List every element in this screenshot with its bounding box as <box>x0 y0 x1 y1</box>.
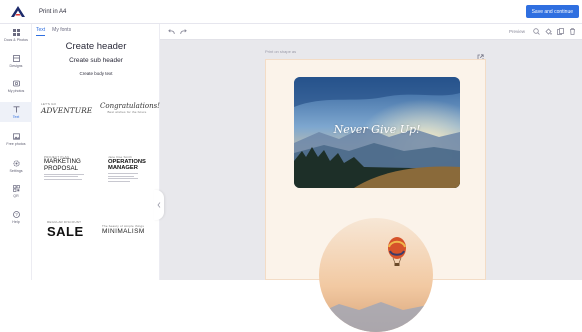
delete-icon[interactable] <box>569 28 576 35</box>
text-icon <box>12 105 21 114</box>
create-sub-header-option[interactable]: Create sub header <box>32 57 160 64</box>
create-header-option[interactable]: Create header <box>32 41 160 52</box>
settings-icon <box>12 159 21 168</box>
photo-caption[interactable]: Never Give Up! <box>294 123 460 136</box>
rail-item-designs[interactable]: Designs <box>0 54 32 68</box>
template-big-text: SALE <box>47 224 84 239</box>
placeholder-lines <box>44 173 89 180</box>
image-icon <box>12 132 21 141</box>
rail-item-label: My photos <box>7 89 25 93</box>
document-title: Print in A4 <box>39 8 67 15</box>
rail-item-free-photos[interactable]: Free photos <box>0 132 32 146</box>
chevron-left-icon <box>157 202 161 208</box>
rail-item-label: QR <box>13 194 19 198</box>
create-body-text-option[interactable]: Create body text <box>32 71 160 76</box>
undo-icon[interactable] <box>168 28 175 35</box>
zoom-out-icon[interactable] <box>533 28 540 35</box>
page-label: Print on shape as <box>265 49 297 54</box>
template-big-text: MANAGER <box>108 165 138 172</box>
app-logo-icon[interactable] <box>9 5 27 19</box>
rail-item-label: Docs & Photos <box>4 38 28 42</box>
text-panel: Text My fonts Create header Create sub h… <box>32 24 160 280</box>
rail-item-label: Settings <box>9 169 23 173</box>
template-big-text: ADVENTURE <box>41 106 93 115</box>
canvas-toolbar: Preview <box>160 24 582 40</box>
preview-button[interactable]: Preview <box>509 29 525 34</box>
rail-item-qr[interactable]: QR <box>0 184 32 198</box>
qr-icon <box>12 184 21 193</box>
top-bar: Print in A4 Save and continue <box>0 0 582 24</box>
text-template-minimalism[interactable]: The beauty of simple things MINIMALISM <box>102 224 154 235</box>
photos-icon <box>12 79 21 88</box>
text-template-congratulations[interactable]: Congratulations! Best wishes for the fut… <box>100 102 160 114</box>
panel-tabs: Text My fonts <box>36 27 71 36</box>
canvas-area: Preview Print on shape as Never Give Up! <box>160 24 582 332</box>
help-icon: ? <box>12 210 21 219</box>
print-page[interactable]: Never Give Up! <box>265 59 486 332</box>
template-big-text: Congratulations! <box>100 102 160 110</box>
save-and-continue-button[interactable]: Save and continue <box>525 5 579 18</box>
placeholder-lines <box>108 173 148 182</box>
template-big-text: MINIMALISM <box>102 228 145 235</box>
template-small-text: Best wishes for the future <box>107 110 147 114</box>
rail-item-label: Free photos <box>6 142 26 146</box>
designs-icon <box>12 54 21 63</box>
rail-item-my-photos[interactable]: My photos <box>0 79 32 93</box>
text-template-marketing-proposal[interactable]: PROJECT PLAN MARKETING PROPOSAL <box>44 155 89 180</box>
rail-item-help[interactable]: ? Help <box>0 210 32 224</box>
rail-item-text[interactable]: Text <box>0 102 32 122</box>
grid-icon <box>12 28 21 37</box>
text-template-sale[interactable]: REGULAR DISCOUNT SALE <box>47 220 87 239</box>
rail-item-label: Text <box>12 115 20 119</box>
rail-item-label: Designs <box>9 64 23 68</box>
rail-item-label: Help <box>12 220 20 224</box>
svg-text:?: ? <box>15 212 18 217</box>
tab-my-fonts[interactable]: My fonts <box>52 27 71 36</box>
left-nav-rail: Docs & Photos Designs My photos Text Fre… <box>0 24 32 280</box>
mountain-photo[interactable]: Never Give Up! <box>294 77 460 188</box>
template-big-text: PROPOSAL <box>44 164 79 172</box>
rail-item-settings[interactable]: Settings <box>0 159 32 173</box>
tab-text[interactable]: Text <box>36 27 46 36</box>
panel-collapse-handle[interactable] <box>154 190 164 220</box>
copy-icon[interactable] <box>557 28 564 35</box>
text-template-adventure[interactable]: LET'S GO ADVENTURE <box>41 102 93 115</box>
balloon-photo[interactable] <box>319 218 433 332</box>
redo-icon[interactable] <box>180 28 187 35</box>
text-template-operations-manager[interactable]: Jane Doe Smith OPERATIONS MANAGER <box>108 155 148 182</box>
fill-icon[interactable] <box>545 28 552 35</box>
rail-item-docs-photos[interactable]: Docs & Photos <box>0 28 32 42</box>
